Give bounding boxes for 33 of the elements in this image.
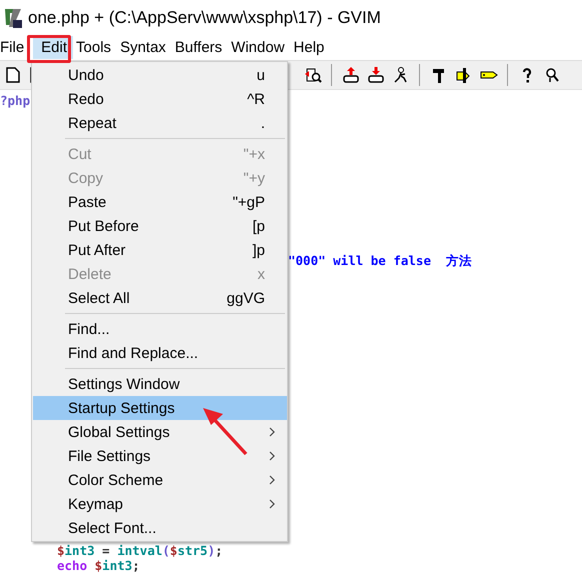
menu-item[interactable]: Find and Replace... bbox=[33, 341, 287, 365]
menu-item[interactable]: Put After ]p bbox=[33, 238, 287, 262]
menu-item[interactable]: Select All ggVG bbox=[33, 286, 287, 310]
highlight-frame bbox=[27, 35, 71, 63]
menu-item[interactable]: Buffers bbox=[174, 36, 228, 59]
menu-item[interactable]: Find... bbox=[33, 317, 287, 341]
menu-item[interactable]: Paste "+gP bbox=[33, 190, 287, 214]
menu-item[interactable]: Settings Window bbox=[33, 372, 287, 396]
menu-item[interactable]: Tools bbox=[76, 36, 118, 59]
menu-item[interactable]: Color Scheme bbox=[33, 468, 287, 492]
menu-item[interactable]: Help bbox=[294, 36, 330, 59]
download-icon[interactable] bbox=[366, 66, 384, 84]
menu-item[interactable]: Repeat . bbox=[33, 111, 287, 135]
menu-item[interactable]: Startup Settings bbox=[33, 396, 287, 420]
menu-item[interactable]: Window bbox=[231, 36, 291, 59]
menu-item[interactable]: File Settings bbox=[33, 444, 287, 468]
pointer-arrow bbox=[200, 405, 250, 457]
menu-item[interactable]: Syntax bbox=[120, 36, 172, 59]
find-replace-icon[interactable] bbox=[304, 66, 322, 84]
menu-item[interactable]: Select Font... bbox=[33, 516, 287, 540]
running-figure-icon[interactable] bbox=[392, 66, 410, 84]
menu-item[interactable]: Global Settings bbox=[33, 420, 287, 444]
code-line: $int3 = intval($str5); bbox=[57, 543, 223, 559]
menu-item[interactable]: Redo ^R bbox=[33, 87, 287, 111]
app-icon bbox=[3, 6, 23, 28]
menu-item[interactable]: File bbox=[0, 36, 30, 59]
window-title: one.php + (C:\AppServ\www\xsphp\17) - GVIM bbox=[28, 8, 381, 28]
code-line: ?php bbox=[0, 93, 30, 109]
upload-icon[interactable] bbox=[342, 66, 360, 84]
menu-item[interactable]: Keymap bbox=[33, 492, 287, 516]
menu-item[interactable]: Put Before [p bbox=[33, 214, 287, 238]
code-line: "000" will be false 方法 bbox=[288, 253, 472, 269]
new-file-icon[interactable] bbox=[4, 66, 22, 84]
